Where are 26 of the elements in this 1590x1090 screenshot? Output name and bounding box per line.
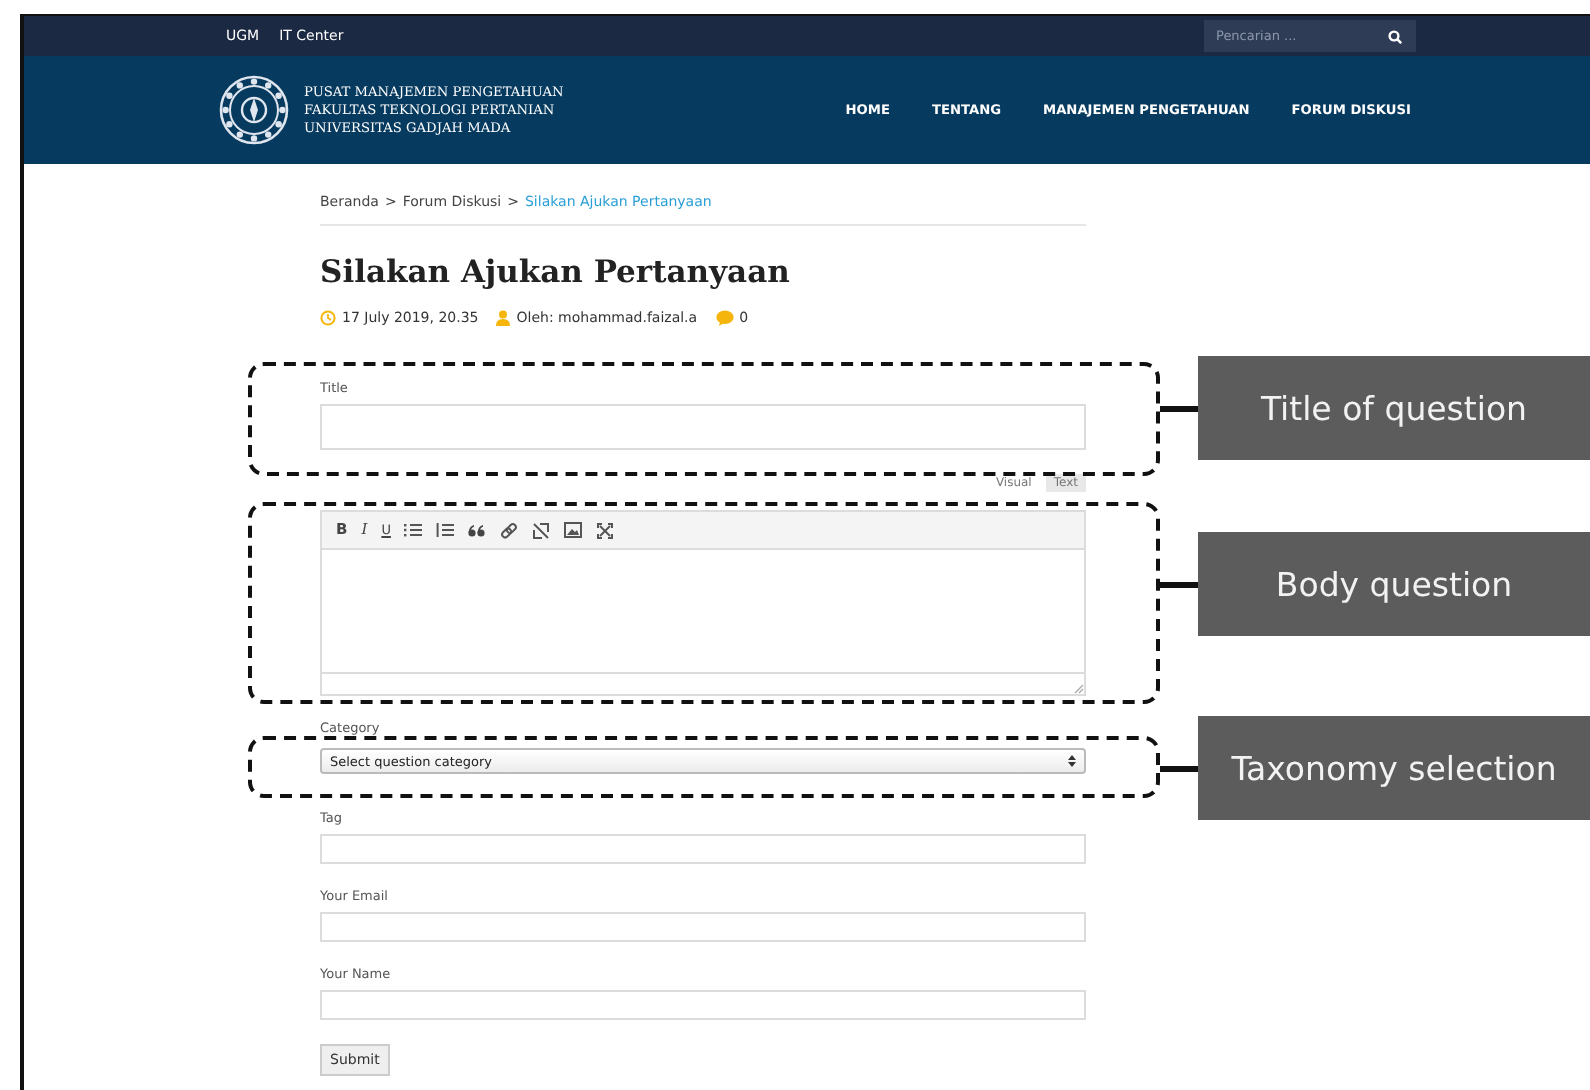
user-icon <box>496 310 511 326</box>
quote-icon[interactable] <box>468 523 487 537</box>
clock-icon <box>320 310 336 326</box>
emblem-icon <box>218 74 290 146</box>
select-arrows-icon <box>1068 754 1076 768</box>
fullscreen-icon[interactable] <box>596 521 615 539</box>
input-field[interactable] <box>320 404 1086 450</box>
input-field[interactable] <box>320 834 1086 864</box>
unlink-icon[interactable] <box>532 521 551 539</box>
callout-label: Body question <box>1198 532 1590 636</box>
resize-grip-icon <box>1074 684 1084 694</box>
input-field[interactable] <box>320 912 1086 942</box>
search-icon <box>1388 29 1402 43</box>
callout-label: Title of question <box>1198 356 1590 460</box>
bullet-list-icon[interactable] <box>404 522 423 538</box>
numbered-list-icon[interactable] <box>436 522 455 538</box>
connector-line <box>1160 406 1198 412</box>
connector-line <box>1160 582 1198 588</box>
connector-line <box>1160 766 1198 772</box>
link-icon[interactable] <box>500 521 519 539</box>
input-field[interactable] <box>320 990 1086 1020</box>
image-icon[interactable] <box>564 522 583 538</box>
callout-label: Taxonomy selection <box>1198 716 1590 820</box>
comment-icon <box>715 310 734 326</box>
page-title: Silakan Ajukan Pertanyaan <box>320 252 792 290</box>
search-button[interactable] <box>1388 20 1416 52</box>
